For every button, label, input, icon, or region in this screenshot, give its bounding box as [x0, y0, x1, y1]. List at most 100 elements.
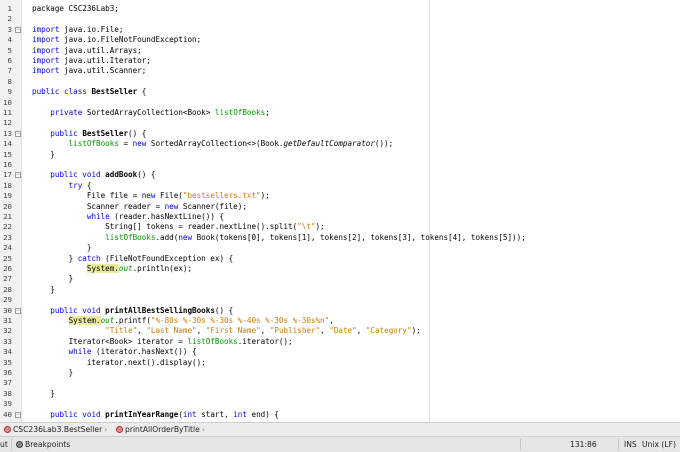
line-number: 9	[7, 87, 12, 97]
code-text: iterator.next().display();	[32, 358, 206, 368]
line-number: 15	[3, 149, 12, 159]
code-token: import	[32, 24, 60, 34]
code-token: public class	[32, 87, 87, 97]
code-token: "bestsellers.txt"	[182, 191, 261, 201]
code-token: import	[32, 35, 60, 45]
code-line[interactable]: 21 while (reader.hasNextLine()) {	[0, 212, 680, 222]
code-line[interactable]: 18 try {	[0, 181, 680, 191]
breadcrumb-method[interactable]: printAllOrderByTitle ›	[116, 423, 205, 437]
code-line[interactable]: 10	[0, 98, 680, 108]
code-line[interactable]: 40− public void printInYearRange(int sta…	[0, 410, 680, 420]
breadcrumb-class[interactable]: CSC236Lab3.BestSeller ›	[4, 423, 107, 437]
code-text: while (iterator.hasNext()) {	[32, 347, 197, 357]
code-token: listOfBooks	[68, 139, 119, 149]
code-token: catch	[77, 253, 101, 263]
code-line[interactable]: 19 File file = new File("bestsellers.txt…	[0, 191, 680, 201]
line-number: 14	[3, 139, 12, 149]
code-line[interactable]: 16	[0, 160, 680, 170]
code-line[interactable]: 23 listOfBooks.add(new Book(tokens[0], t…	[0, 233, 680, 243]
code-token: ,	[320, 326, 330, 336]
insert-mode[interactable]: INS	[624, 437, 637, 452]
code-line[interactable]: 15 }	[0, 150, 680, 160]
code-line[interactable]: 12	[0, 118, 680, 128]
code-token: public void	[50, 409, 101, 419]
code-token: package CSC236Lab3;	[32, 4, 119, 13]
code-line[interactable]: 8	[0, 77, 680, 87]
code-line[interactable]: 13− public BestSeller() {	[0, 129, 680, 139]
code-line[interactable]: 20 Scanner reader = new Scanner(file);	[0, 202, 680, 212]
code-line[interactable]: 25 } catch (FileNotFoundException ex) {	[0, 254, 680, 264]
line-number: 4	[7, 35, 12, 45]
code-token: ());	[374, 139, 394, 149]
code-token: end) {	[246, 409, 279, 419]
fold-toggle-icon[interactable]: −	[15, 26, 21, 33]
fold-toggle-icon[interactable]: −	[15, 307, 21, 314]
code-text: import java.util.Iterator;	[32, 56, 151, 66]
code-line[interactable]: 31 System.out.printf("%-80s %-30s %-30s …	[0, 316, 680, 326]
code-line[interactable]: 39	[0, 399, 680, 409]
status-left-fragment[interactable]: ut	[0, 437, 8, 452]
line-number: 22	[3, 222, 12, 232]
code-text: import java.util.Scanner;	[32, 66, 146, 76]
code-text: Iterator<Book> iterator = listOfBooks.it…	[32, 337, 293, 347]
code-line[interactable]: 35 iterator.next().display();	[0, 358, 680, 368]
line-number: 40	[3, 409, 12, 419]
line-number: 2	[7, 14, 12, 24]
breakpoints-tab[interactable]: Breakpoints	[16, 437, 70, 452]
code-text: import java.io.FileNotFoundException;	[32, 35, 201, 45]
code-line[interactable]: 5 import java.util.Arrays;	[0, 46, 680, 56]
code-line[interactable]: 7 import java.util.Scanner;	[0, 66, 680, 76]
code-line[interactable]: 24 }	[0, 243, 680, 253]
code-line[interactable]: 1 package CSC236Lab3;	[0, 4, 680, 14]
fold-toggle-icon[interactable]: −	[15, 130, 21, 137]
code-text: "Title", "Last Name", "First Name", "Pub…	[32, 326, 421, 336]
code-line[interactable]: 34 while (iterator.hasNext()) {	[0, 347, 680, 357]
code-line[interactable]: 33 Iterator<Book> iterator = listOfBooks…	[0, 337, 680, 347]
code-line[interactable]: 27 }	[0, 274, 680, 284]
code-editor[interactable]: 1 package CSC236Lab3; 2 3 − import java.io.Fi…	[0, 0, 680, 422]
code-token: }	[32, 149, 55, 159]
code-line[interactable]: 6 import java.util.Iterator;	[0, 56, 680, 66]
line-number: 8	[7, 76, 12, 86]
code-token: start,	[196, 409, 234, 419]
code-line[interactable]: 9 public class BestSeller {	[0, 87, 680, 97]
code-token: "Date"	[329, 326, 357, 336]
line-ending[interactable]: Unix (LF)	[642, 437, 676, 452]
caret-position[interactable]: 131:86	[570, 437, 597, 452]
fold-toggle-icon[interactable]: −	[15, 411, 21, 418]
code-text: System.out.printf("%-80s %-30s %-30s %-4…	[32, 316, 334, 326]
code-line[interactable]: 11 private SortedArrayCollection<Book> l…	[0, 108, 680, 118]
code-line[interactable]: 37	[0, 378, 680, 388]
code-token: "Category"	[365, 326, 412, 336]
code-text: private SortedArrayCollection<Book> list…	[32, 108, 270, 118]
fold-toggle-icon[interactable]: −	[15, 172, 21, 179]
code-token: listOfBooks	[214, 108, 266, 117]
code-token: .printf(	[114, 316, 151, 325]
code-line[interactable]: 32 "Title", "Last Name", "First Name", "…	[0, 326, 680, 336]
line-number: 11	[3, 108, 12, 117]
code-line[interactable]: 3− import java.io.File;	[0, 25, 680, 35]
code-line[interactable]: 26 System.out.println(ex);	[0, 264, 680, 274]
line-number: 23	[3, 232, 12, 242]
code-line[interactable]: 30− public void printAllBestSellingBooks…	[0, 306, 680, 316]
code-token: =	[118, 139, 133, 149]
code-line[interactable]: 17− public void addBook() {	[0, 170, 680, 180]
line-number: 27	[3, 274, 12, 284]
code-line[interactable]: 22 String[] tokens = reader.nextLine().s…	[0, 222, 680, 232]
code-token: java.util.Scanner;	[59, 66, 147, 76]
code-line[interactable]: 4 import java.io.FileNotFoundException;	[0, 35, 680, 45]
code-line[interactable]: 14 listOfBooks = new SortedArrayCollecti…	[0, 139, 680, 149]
code-line[interactable]: 28 }	[0, 285, 680, 295]
code-line[interactable]: 2	[0, 14, 680, 24]
code-line[interactable]: 36 }	[0, 368, 680, 378]
line-number: 20	[3, 201, 12, 211]
code-token: "%-80s %-30s %-30s %-40s %-30s %-30s%n"	[150, 316, 330, 325]
code-line[interactable]: 29	[0, 295, 680, 305]
code-line[interactable]: 38 }	[0, 389, 680, 399]
code-token: ;	[265, 108, 270, 117]
